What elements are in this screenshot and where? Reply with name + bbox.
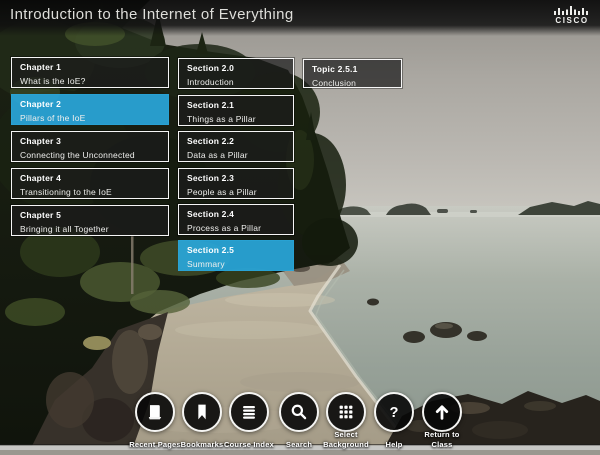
chapter-label: Chapter 5 [20,210,62,220]
search-circle[interactable] [279,392,319,432]
section-tile-2-1[interactable]: Section 2.1 Things as a Pillar [178,95,294,126]
chapter-tile-4[interactable]: Chapter 4 Transitioning to the IoE [11,168,169,199]
section-label: Section 2.2 [187,136,235,146]
chapter-label: Chapter 2 [20,99,62,109]
return-to-class-icon [435,405,449,420]
section-title: Summary [187,259,225,269]
section-title: Things as a Pillar [187,114,256,124]
return-to-class-button[interactable]: Return to Class [414,392,470,449]
topic-tile-2-5-1[interactable]: Topic 2.5.1 Conclusion [303,59,402,88]
return-to-class-circle[interactable] [422,392,462,432]
return-to-class-label: Return to Class [424,430,460,449]
cisco-logo: CISCO [554,5,590,25]
topic-title: Conclusion [312,78,357,88]
chapter-tile-3[interactable]: Chapter 3 Connecting the Unconnected [11,131,169,162]
section-label: Section 2.0 [187,63,235,73]
chapter-title: Pillars of the IoE [20,113,86,123]
section-label: Section 2.3 [187,173,235,183]
chapter-tile-5[interactable]: Chapter 5 Bringing it all Together [11,205,169,236]
bookmarks-circle[interactable] [182,392,222,432]
bookmarks-icon [198,404,206,420]
section-label: Section 2.5 [187,245,235,255]
chapter-title: Bringing it all Together [20,224,109,234]
chapter-label: Chapter 1 [20,62,62,72]
cisco-logo-bars-icon [554,6,588,15]
page-title: Introduction to the Internet of Everythi… [10,6,294,23]
recent-pages-circle[interactable] [135,392,175,432]
section-tile-2-3[interactable]: Section 2.3 People as a Pillar [178,168,294,199]
cisco-wordmark: CISCO [555,16,589,25]
chapter-title: Transitioning to the IoE [20,187,112,197]
section-tile-2-2[interactable]: Section 2.2 Data as a Pillar [178,131,294,162]
chapter-label: Chapter 4 [20,173,62,183]
topic-label: Topic 2.5.1 [312,64,358,74]
search-icon [291,404,307,420]
select-background-icon [339,405,353,419]
header-bar: Introduction to the Internet of Everythi… [0,0,600,36]
help-circle[interactable]: ? [374,392,414,432]
section-label: Section 2.4 [187,209,235,219]
section-tile-2-0[interactable]: Section 2.0 Introduction [178,58,294,89]
svg-text:?: ? [390,405,399,421]
help-icon: ? [390,405,399,421]
section-tile-2-4[interactable]: Section 2.4 Process as a Pillar [178,204,294,235]
chapter-tile-1[interactable]: Chapter 1 What is the IoE? [11,57,169,88]
chapter-title: What is the IoE? [20,76,86,86]
section-title: Data as a Pillar [187,150,248,160]
section-tile-2-5-selected[interactable]: Section 2.5 Summary [178,240,294,271]
section-title: Introduction [187,77,234,87]
recent-pages-icon [148,405,162,420]
section-label: Section 2.1 [187,100,235,110]
course-index-button[interactable]: Course Index [221,392,277,449]
chapter-label: Chapter 3 [20,136,62,146]
course-index-icon [243,406,255,419]
section-title: People as a Pillar [187,187,257,197]
section-title: Process as a Pillar [187,223,262,233]
chapter-tile-2-selected[interactable]: Chapter 2 Pillars of the IoE [11,94,169,125]
chapter-title: Connecting the Unconnected [20,150,135,160]
select-background-circle[interactable] [326,392,366,432]
course-index-circle[interactable] [229,392,269,432]
